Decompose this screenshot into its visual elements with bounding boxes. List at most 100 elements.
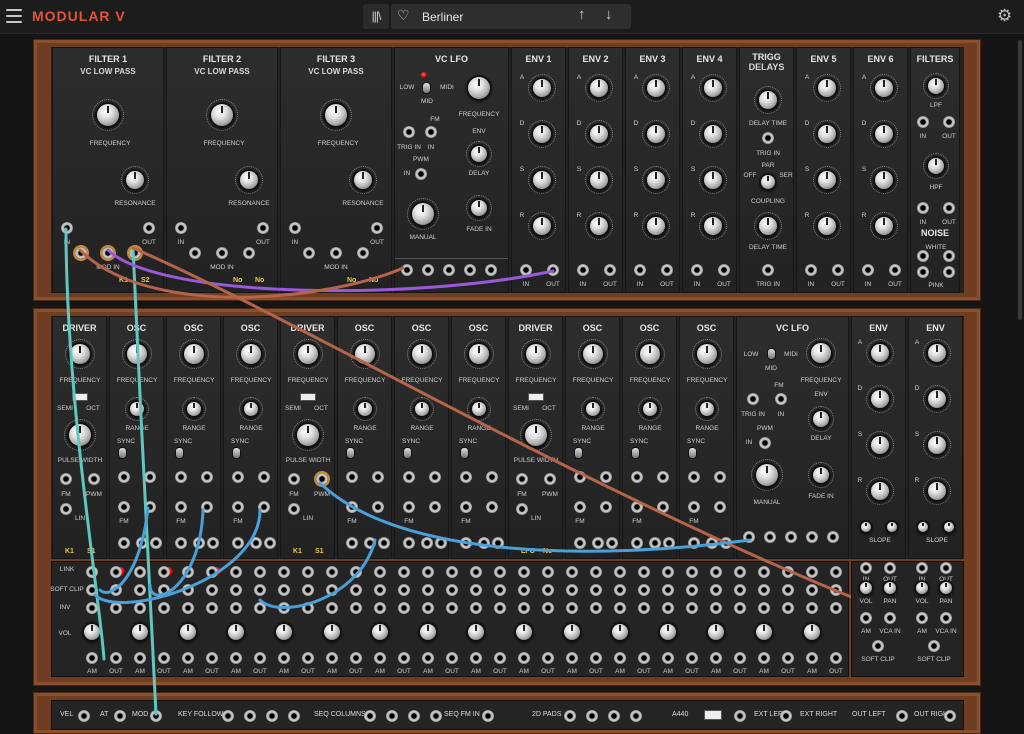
inv-jack[interactable] (470, 602, 482, 614)
osc-jack-1[interactable] (346, 471, 358, 483)
lin-jack[interactable] (516, 503, 528, 515)
sync-switch[interactable] (346, 447, 355, 459)
inv-jack[interactable] (518, 602, 530, 614)
osc-jack-1[interactable] (631, 471, 643, 483)
osc-jack-3[interactable] (372, 501, 384, 513)
key-follow-jack-4[interactable] (288, 710, 300, 722)
pad-jack-1[interactable] (564, 710, 576, 722)
link-jack[interactable] (518, 566, 530, 578)
mod-in-jack-3[interactable] (357, 247, 369, 259)
inv-jack[interactable] (422, 602, 434, 614)
softclip-jack-b[interactable] (830, 584, 842, 596)
frequency-knob[interactable] (211, 104, 233, 126)
seq-column-jack-4[interactable] (430, 710, 442, 722)
inv-jack-b[interactable] (638, 602, 650, 614)
mod-jack[interactable] (150, 710, 162, 722)
manual-knob[interactable] (756, 464, 778, 486)
rate-switch[interactable] (767, 348, 776, 360)
env-s-knob[interactable] (589, 171, 608, 189)
scrollbar[interactable] (1018, 40, 1022, 320)
softclip-jack[interactable] (134, 584, 146, 596)
a440-toggle[interactable] (704, 710, 722, 720)
wave-out-jack-2[interactable] (364, 537, 376, 549)
pwm-jack[interactable] (88, 473, 100, 485)
am-jack-5[interactable] (278, 652, 290, 664)
osc-jack-2[interactable] (714, 471, 726, 483)
softclip-jack[interactable] (326, 584, 338, 596)
wave-out-jack-1[interactable] (232, 537, 244, 549)
softclip-jack-b[interactable] (254, 584, 266, 596)
wave-out-jack-3[interactable] (492, 537, 504, 549)
wave-out-jack-3[interactable] (720, 537, 732, 549)
mod-in-jack-2[interactable] (330, 247, 342, 259)
sync-switch[interactable] (460, 447, 469, 459)
pulse-width-knob[interactable] (297, 424, 319, 446)
softclip-jack-b[interactable] (782, 584, 794, 596)
lfo-wave-out-jack-1[interactable] (401, 264, 413, 276)
softclip-jack-b[interactable] (446, 584, 458, 596)
link-jack-b[interactable] (398, 566, 410, 578)
pulse-width-knob[interactable] (69, 424, 91, 446)
osc-jack-1[interactable] (232, 471, 244, 483)
softclip-jack[interactable] (374, 584, 386, 596)
out-jack-12[interactable] (638, 652, 650, 664)
hpf-knob[interactable] (928, 158, 944, 174)
am-jack-1[interactable] (86, 652, 98, 664)
pad-jack-3[interactable] (608, 710, 620, 722)
fm-jack[interactable] (60, 473, 72, 485)
lfo-wave-out-jack-2[interactable] (422, 264, 434, 276)
env-a-knob[interactable] (871, 344, 889, 362)
osc-jack-3[interactable] (714, 501, 726, 513)
lpf-in-jack[interactable] (917, 116, 929, 128)
wave-out-jack-1[interactable] (574, 537, 586, 549)
lfo-wave-out-jack-5[interactable] (827, 531, 839, 543)
softclip-jack[interactable] (758, 584, 770, 596)
slope-knob-2[interactable] (944, 522, 954, 532)
env-d-knob[interactable] (874, 125, 893, 143)
softclip-jack-b[interactable] (206, 584, 218, 596)
pulse-width-knob[interactable] (525, 424, 547, 446)
soft-clip-jack[interactable] (928, 640, 940, 652)
vca-out-jack[interactable] (884, 562, 896, 574)
inv-jack[interactable] (614, 602, 626, 614)
out-right-jack[interactable] (944, 710, 956, 722)
ext-left-jack[interactable] (734, 710, 746, 722)
inv-jack-b[interactable] (494, 602, 506, 614)
pink-noise-jack[interactable] (917, 266, 929, 278)
vca-in-jack[interactable] (916, 562, 928, 574)
frequency-knob[interactable] (70, 344, 90, 364)
sync-switch[interactable] (118, 447, 127, 459)
wave-out-jack-1[interactable] (688, 537, 700, 549)
link-jack[interactable] (758, 566, 770, 578)
mixer-vol-knob-14[interactable] (708, 624, 724, 640)
link-jack-b[interactable] (446, 566, 458, 578)
env-in-jack[interactable] (577, 264, 589, 276)
seq-column-jack-2[interactable] (386, 710, 398, 722)
softclip-jack-b[interactable] (734, 584, 746, 596)
filter-out-jack[interactable] (143, 222, 155, 234)
softclip-jack-b[interactable] (350, 584, 362, 596)
mixer-vol-knob-4[interactable] (228, 624, 244, 640)
pwm-in-jack[interactable] (759, 437, 771, 449)
softclip-jack[interactable] (566, 584, 578, 596)
out-jack-16[interactable] (830, 652, 842, 664)
out-left-jack[interactable] (896, 710, 908, 722)
am-jack-6[interactable] (326, 652, 338, 664)
range-knob[interactable] (244, 402, 258, 416)
resonance-knob[interactable] (354, 171, 372, 189)
inv-jack[interactable] (182, 602, 194, 614)
slope-knob-2[interactable] (887, 522, 897, 532)
key-follow-jack-3[interactable] (266, 710, 278, 722)
out-jack-14[interactable] (734, 652, 746, 664)
mixer-vol-knob-16[interactable] (804, 624, 820, 640)
filter-in-jack[interactable] (289, 222, 301, 234)
pink-noise-jack-2[interactable] (943, 266, 955, 278)
inv-jack-b[interactable] (206, 602, 218, 614)
frequency-knob[interactable] (640, 344, 660, 364)
mixer-vol-knob-7[interactable] (372, 624, 388, 640)
softclip-jack-b[interactable] (494, 584, 506, 596)
am-jack-12[interactable] (614, 652, 626, 664)
env-a-knob[interactable] (817, 79, 836, 97)
softclip-jack[interactable] (278, 584, 290, 596)
link-jack-b[interactable] (590, 566, 602, 578)
